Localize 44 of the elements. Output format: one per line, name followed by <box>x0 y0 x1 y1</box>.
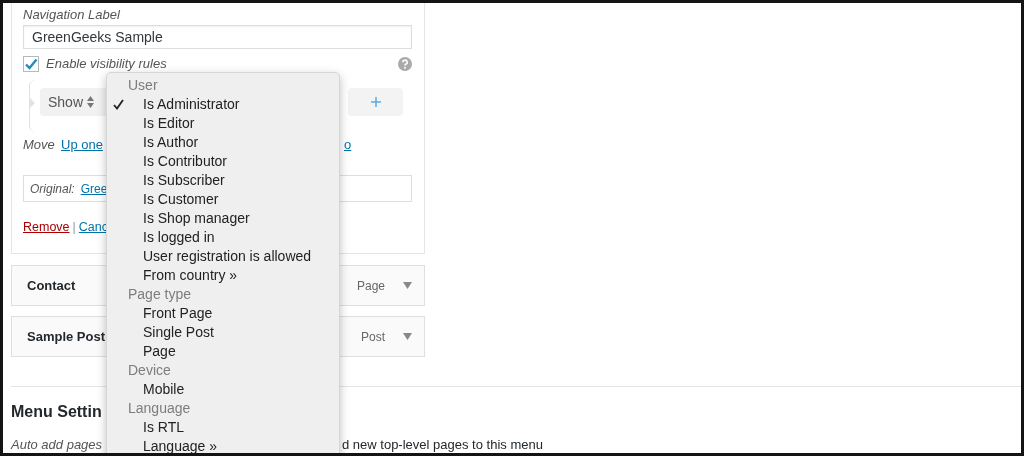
group-header: Device <box>127 361 171 380</box>
dropdown-option[interactable]: Single Post <box>143 323 214 342</box>
dropdown-option[interactable]: Is Customer <box>143 190 219 209</box>
navigation-label-field[interactable]: GreenGeeks Sample <box>23 25 412 49</box>
original-label: Original: <box>30 180 75 198</box>
field-label: Navigation Label <box>23 6 120 24</box>
dropdown-option[interactable]: User registration is allowed <box>143 247 312 266</box>
move-label: Move <box>23 136 56 154</box>
dropdown-option[interactable]: Is Shop manager <box>143 209 250 228</box>
dropdown-option[interactable]: Is Subscriber <box>143 171 225 190</box>
group-header: Language <box>127 399 191 418</box>
dropdown-option[interactable]: Front Page <box>143 304 213 323</box>
move-link[interactable]: Up one <box>61 137 103 152</box>
dropdown-option[interactable]: Is Editor <box>143 114 195 133</box>
dropdown-option[interactable]: Mobile <box>143 380 185 399</box>
add-rule-button[interactable] <box>348 88 403 116</box>
dropdown-option[interactable]: Page <box>143 342 176 361</box>
dropdown-option[interactable]: Is RTL <box>143 418 184 437</box>
setting-description: d new top-level pages to this menu <box>342 437 543 452</box>
menu-item-type: Page <box>356 278 385 293</box>
dropdown-option[interactable]: Is Administrator <box>143 95 240 114</box>
plus-icon <box>370 97 381 107</box>
up-down-arrows-icon <box>87 96 95 108</box>
dropdown-option[interactable]: Is Contributor <box>143 152 228 171</box>
help-icon[interactable] <box>398 57 412 71</box>
original-link[interactable]: Gree <box>80 181 108 196</box>
dropdown-option[interactable]: Is logged in <box>143 228 215 247</box>
setting-label: Auto add pages <box>11 436 103 453</box>
dropdown-option[interactable]: From country » <box>143 266 238 285</box>
dropdown-option[interactable]: Is Author <box>143 133 199 152</box>
checkbox[interactable] <box>23 56 39 72</box>
menu-item-title: Contact <box>27 278 76 293</box>
dropdown-arrow-icon[interactable] <box>403 333 412 340</box>
dropdown-arrow-icon[interactable] <box>403 282 412 289</box>
move-link[interactable]: o <box>344 137 352 152</box>
remove-link[interactable]: Remove <box>23 218 70 236</box>
menu-item-type: Post <box>361 329 385 344</box>
group-header: User <box>127 76 158 95</box>
group-header: Page type <box>127 285 192 304</box>
menu-item-title: Sample Post <box>27 329 106 344</box>
dropdown-option[interactable]: Language » <box>143 437 217 453</box>
checkbox-label: Enable visibility rules <box>46 55 167 73</box>
section-heading: Menu Settin <box>11 402 102 422</box>
separator: | <box>72 219 76 236</box>
